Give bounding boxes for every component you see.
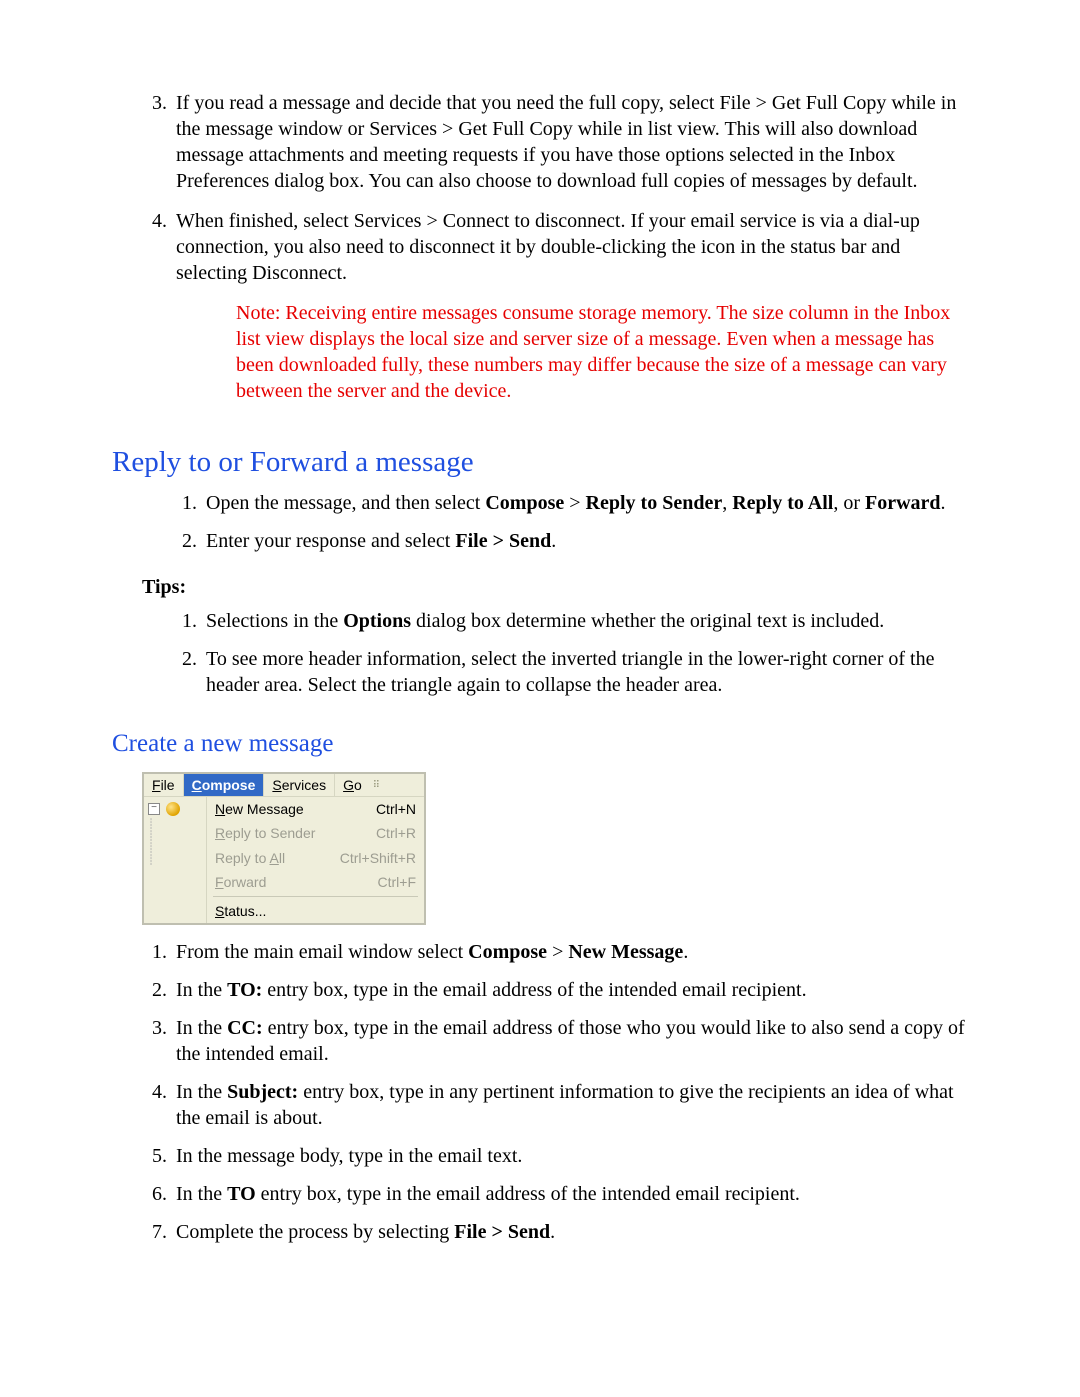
list-item: From the main email window select Compos…	[172, 939, 968, 965]
list-item-text: When finished, select Services > Connect…	[176, 210, 920, 284]
text: .	[550, 1221, 555, 1243]
list-item: In the CC: entry box, type in the email …	[172, 1015, 968, 1067]
menu-go[interactable]: Go	[335, 774, 370, 796]
tree-collapse-icon[interactable]: −	[148, 803, 160, 815]
bold-forward: Forward	[865, 492, 941, 514]
menu-item-accel: Ctrl+Shift+R	[340, 849, 416, 867]
text: >	[547, 941, 568, 963]
menu-reply-sender: Reply to Sender Ctrl+R	[207, 821, 424, 845]
menu-item-label: Reply to Sender	[215, 824, 315, 842]
text: .	[551, 530, 556, 552]
bold-compose: Compose	[468, 941, 547, 963]
compose-menu-screenshot: File Compose Services Go ⠿ − ┊┊┊┊ New Me…	[142, 772, 426, 925]
menu-status[interactable]: Status...	[207, 899, 424, 923]
list-item: In the message body, type in the email t…	[172, 1143, 968, 1169]
text: .	[941, 492, 946, 514]
text: .	[683, 941, 688, 963]
text: Open the message, and then select	[206, 492, 485, 514]
globe-icon	[166, 802, 180, 816]
text: entry box, type in the email address of …	[176, 1017, 965, 1065]
list-item: In the Subject: entry box, type in any p…	[172, 1079, 968, 1131]
list-item: Enter your response and select File > Se…	[202, 528, 968, 554]
section-title-create-message: Create a new message	[112, 728, 968, 761]
menu-new-message[interactable]: New Message Ctrl+N	[207, 797, 424, 821]
list-item: Selections in the Options dialog box det…	[202, 608, 968, 634]
text: Selections in the	[206, 610, 343, 632]
tree-column: − ┊┊┊┊	[144, 797, 207, 923]
text: ,	[722, 492, 732, 514]
menu-item-accel: Ctrl+F	[378, 873, 417, 891]
bold-subject: Subject:	[227, 1081, 298, 1103]
menu-item-label: Forward	[215, 873, 266, 891]
text: entry box, type in the email address of …	[262, 979, 806, 1001]
list-item: Open the message, and then select Compos…	[202, 490, 968, 516]
bold-cc: CC:	[227, 1017, 263, 1039]
menu-compose[interactable]: Compose	[184, 774, 265, 796]
menu-item-label: New Message	[215, 800, 304, 818]
text: In the	[176, 1081, 227, 1103]
text: In the	[176, 979, 227, 1001]
menu-separator	[213, 896, 418, 897]
bold-file-send: File > Send	[455, 530, 551, 552]
list-item: If you read a message and decide that yo…	[172, 90, 968, 194]
list-item: When finished, select Services > Connect…	[172, 208, 968, 404]
text: Enter your response and select	[206, 530, 455, 552]
menu-services[interactable]: Services	[264, 774, 335, 796]
tips-heading: Tips:	[142, 574, 968, 600]
bold-compose: Compose	[485, 492, 564, 514]
create-message-steps: From the main email window select Compos…	[112, 939, 968, 1245]
reply-forward-steps: Open the message, and then select Compos…	[112, 490, 968, 554]
list-item: To see more header information, select t…	[202, 646, 968, 698]
compose-dropdown: New Message Ctrl+N Reply to Sender Ctrl+…	[207, 797, 424, 923]
menu-item-label: Reply to All	[215, 849, 285, 867]
menu-body: − ┊┊┊┊ New Message Ctrl+N Reply to Sende…	[144, 797, 424, 923]
list-item: Complete the process by selecting File >…	[172, 1219, 968, 1245]
list-item: In the TO entry box, type in the email a…	[172, 1181, 968, 1207]
bold-to: TO:	[227, 979, 262, 1001]
section-title-reply-forward: Reply to or Forward a message	[112, 444, 968, 482]
menu-item-accel: Ctrl+N	[376, 800, 416, 818]
text: In the	[176, 1183, 227, 1205]
bold-new-message: New Message	[568, 941, 683, 963]
list-item: In the TO: entry box, type in the email …	[172, 977, 968, 1003]
bold-options: Options	[343, 610, 411, 632]
text: dialog box determine whether the origina…	[411, 610, 884, 632]
receive-messages-list: If you read a message and decide that yo…	[112, 90, 968, 404]
menu-item-label: Status...	[215, 902, 266, 920]
menu-reply-all: Reply to All Ctrl+Shift+R	[207, 846, 424, 870]
menu-bar: File Compose Services Go ⠿	[144, 774, 424, 797]
menu-file[interactable]: File	[144, 774, 184, 796]
text: , or	[833, 492, 865, 514]
bold-reply-sender: Reply to Sender	[586, 492, 723, 514]
note-warning: Note: Receiving entire messages consume …	[236, 300, 968, 404]
text: entry box, type in the email address of …	[256, 1183, 800, 1205]
menu-forward: Forward Ctrl+F	[207, 870, 424, 894]
tree-dots-icon: ┊┊┊┊	[148, 819, 202, 867]
text: >	[564, 492, 585, 514]
bold-reply-all: Reply to All	[732, 492, 833, 514]
tips-list: Selections in the Options dialog box det…	[112, 608, 968, 698]
text: In the	[176, 1017, 227, 1039]
menu-item-accel: Ctrl+R	[376, 824, 416, 842]
text: From the main email window select	[176, 941, 468, 963]
text: Complete the process by selecting	[176, 1221, 454, 1243]
bold-to2: TO	[227, 1183, 256, 1205]
bold-file-send: File > Send	[454, 1221, 550, 1243]
toolbar-grip-icon: ⠿	[370, 774, 384, 796]
